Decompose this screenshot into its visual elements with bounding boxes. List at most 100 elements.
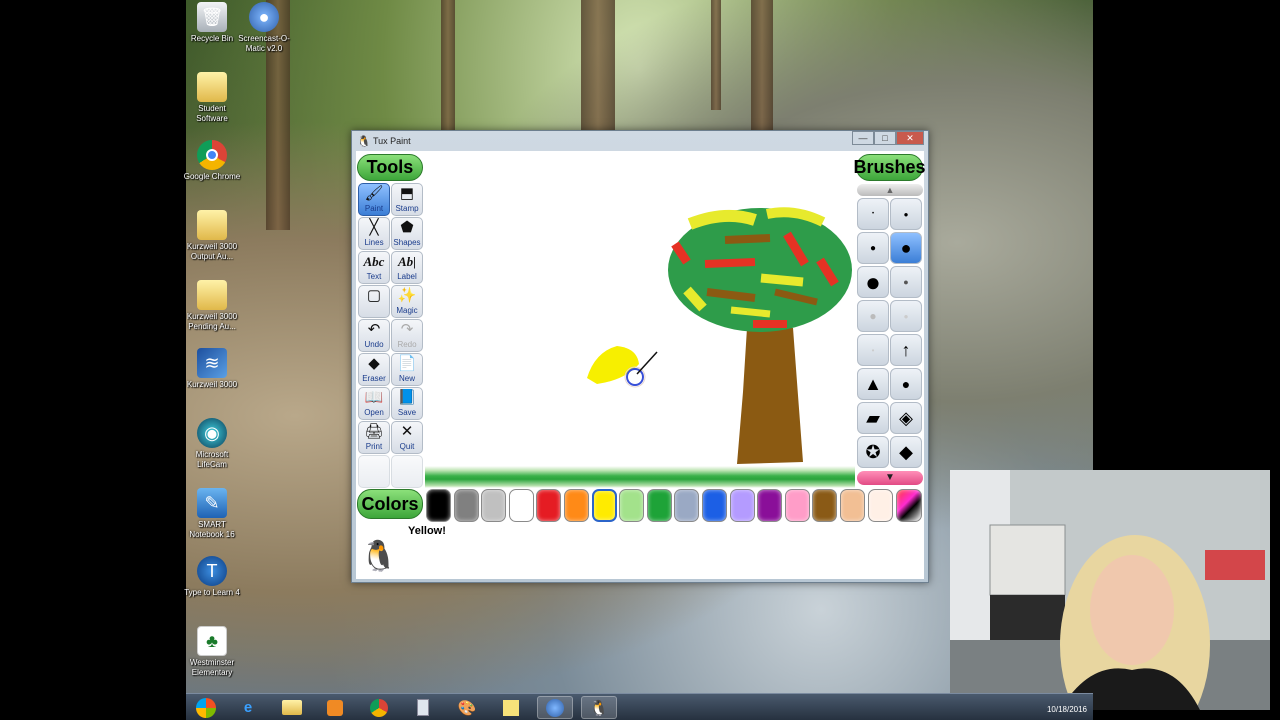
color-picker-rainbow[interactable] [896,489,922,522]
brushes-scroll-down-button[interactable]: ▼ [857,471,923,485]
taskbar-internet-explorer[interactable]: e [230,696,266,719]
color-swatch[interactable] [508,489,534,522]
desktop-icon-recycle-bin[interactable]: 🗑 Recycle Bin [182,2,242,44]
tool-new[interactable]: 📄 New [391,353,423,386]
desktop-icon-kurzweil-3000[interactable]: ≋ Kurzweil 3000 [182,348,242,390]
lines-icon: ╳ [369,219,379,236]
windows-taskbar: e 🎨 🐧 10/18/2016 [186,693,1093,720]
color-swatch[interactable] [426,489,451,522]
color-swatch[interactable] [674,489,700,522]
tool-lines[interactable]: ╳ Lines [358,217,390,250]
canopy-brown-stroke [724,234,771,244]
desktop-icon-kurzweil-pending[interactable]: Kurzweil 3000 Pending Au... [182,280,242,332]
color-swatch[interactable] [453,489,479,522]
start-button[interactable] [188,696,224,719]
color-swatch[interactable] [812,489,838,522]
color-swatch[interactable] [619,489,645,522]
desktop-icon-type-to-learn[interactable]: T Type to Learn 4 [182,556,242,598]
taskbar-chrome[interactable] [361,696,397,719]
color-swatch[interactable] [591,489,617,522]
school-icon: ♣ [197,626,227,656]
color-swatch[interactable] [646,489,672,522]
desktop-icon-westminster[interactable]: ♣ Westminster Elementary [182,626,242,678]
tree-trunk [737,328,803,464]
color-swatch[interactable] [536,489,562,522]
tool-quit[interactable]: ✕ Quit [391,421,423,454]
brush-large-dot[interactable]: ● [890,232,922,264]
open-book-icon: 📖 [364,389,384,406]
faint-dot-icon: • [871,345,875,355]
tool-fill[interactable]: ▢ [358,285,390,318]
color-swatch[interactable] [729,489,755,522]
brush-faint-dot-tiny[interactable]: • [857,334,889,366]
tool-save[interactable]: 📘 Save [391,387,423,420]
tool-paint[interactable]: 🖌 Paint [358,183,390,216]
desktop-icon-screencast[interactable]: ● Screencast-O-Matic v2.0 [234,2,294,54]
brush-star[interactable]: ✪ [857,436,889,468]
color-swatch[interactable] [840,489,865,522]
label-icon: Ab| [397,254,417,269]
taskbar-file-explorer[interactable] [274,696,310,719]
taskbar-media-player[interactable] [317,696,353,719]
brush-big-dot[interactable]: ● [857,266,889,298]
tools-header: Tools [357,154,423,181]
tool-eraser[interactable]: ◆ Eraser [358,353,390,386]
brush-circle[interactable]: ● [890,368,922,400]
dot-icon: ● [900,237,912,258]
brush-medium-dot[interactable]: ● [857,232,889,264]
dot-icon: ● [869,242,877,254]
webcam-video-frame [950,470,1270,710]
media-player-icon [327,699,343,716]
tool-print[interactable]: 🖨 Print [358,421,390,454]
desktop-icon-smart-notebook[interactable]: ✎ SMART Notebook 16 [182,488,242,540]
save-book-icon: 📘 [397,389,417,406]
desktop-icon-kurzweil-output[interactable]: Kurzweil 3000 Output Au... [182,210,242,262]
tool-redo[interactable]: ↷ Redo [391,319,423,352]
desktop-icon-student-software[interactable]: Student Software [182,72,242,124]
color-swatch[interactable] [757,489,783,522]
circle-icon: ● [901,376,911,392]
desktop-icon-lifecam[interactable]: ◉ Microsoft LifeCam [182,418,242,470]
tool-open[interactable]: 📖 Open [358,387,390,420]
sticky-notes-icon [503,699,519,716]
taskbar-paint[interactable]: 🎨 [449,696,485,719]
minimize-button[interactable]: — [852,131,874,145]
desktop-icon-google-chrome[interactable]: Google Chrome [182,140,242,182]
brush-tiny-dot[interactable]: • [857,198,889,230]
brush-arrow[interactable]: ↑ [890,334,922,366]
brush-soft-dot[interactable]: ● [890,266,922,298]
brush-small-dot[interactable]: ● [890,198,922,230]
taskbar-screencast[interactable] [537,696,573,719]
brush-faint-dot-small[interactable]: ● [890,300,922,332]
brushes-scroll-up-button[interactable]: ▲ [857,184,923,196]
brush-faint-dot[interactable]: ● [857,300,889,332]
brush-diamond[interactable]: ◆ [890,436,922,468]
taskbar-sticky-notes[interactable] [493,696,529,719]
taskbar-clock: 10/18/2016 [1046,705,1087,714]
triangle-icon: ▲ [864,373,882,394]
tool-undo[interactable]: ↶ Undo [358,319,390,352]
close-button[interactable]: ✕ [896,131,924,145]
tool-shapes[interactable]: ⬟ Shapes [391,217,423,250]
color-swatch[interactable] [702,489,727,522]
maximize-button[interactable]: □ [874,131,896,145]
tool-stamp[interactable]: ⬒ Stamp [391,183,423,216]
brush-ring[interactable]: ◈ [890,402,922,434]
window-titlebar[interactable]: 🐧 Tux Paint — □ ✕ [352,131,928,151]
tux-paint-window: 🐧 Tux Paint — □ ✕ Tools 🖌 Paint ⬒ Stamp … [351,130,929,583]
kurzweil-icon: ≋ [197,348,227,378]
drawing-canvas[interactable] [425,152,855,488]
color-swatch[interactable] [481,489,507,522]
arrow-up-icon: ↑ [901,339,911,360]
color-swatch[interactable] [867,489,893,522]
taskbar-calculator[interactable] [405,696,441,719]
tool-text[interactable]: Abc Text [358,251,390,284]
window-title: Tux Paint [373,136,411,146]
taskbar-tux-paint[interactable]: 🐧 [581,696,617,719]
brush-triangle[interactable]: ▲ [857,368,889,400]
tool-magic[interactable]: ✨ Magic [391,285,423,318]
tool-label[interactable]: Ab| Label [391,251,423,284]
color-swatch[interactable] [784,489,810,522]
brush-slash[interactable]: ▰ [857,402,889,434]
color-swatch[interactable] [564,489,589,522]
